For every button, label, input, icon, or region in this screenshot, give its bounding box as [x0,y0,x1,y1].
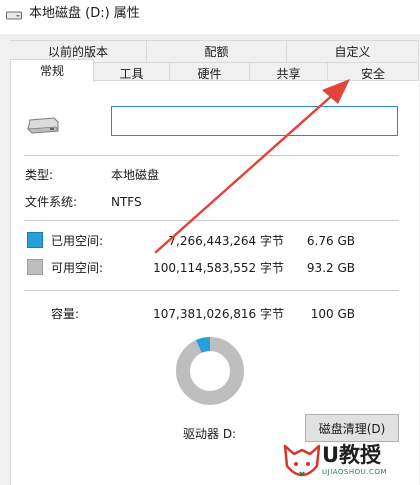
tab-quota[interactable]: 配额 [147,40,287,62]
separator [24,290,399,291]
used-space-label: 已用空间: [51,234,104,248]
watermark-logo: U教授 UJIAOSHOU.COM [282,440,418,485]
used-space-swatch [27,232,43,248]
tab-general[interactable]: 常规 [10,59,94,82]
hard-drive-icon [27,117,59,134]
type-value: 本地磁盘 [111,168,160,182]
used-space-arc [195,337,211,353]
drive-label: 驱动器 D: [183,427,237,441]
disk-cleanup-button[interactable]: 磁盘清理(D) [305,414,399,442]
title-bar: 本地磁盘 (D:) 属性 [0,0,420,34]
file-system-label: 文件系统: [25,195,78,209]
free-space-swatch [27,259,43,275]
separator [24,220,399,221]
disk-usage-donut [176,337,244,405]
volume-name-input[interactable] [111,106,398,136]
watermark-url: UJIAOSHOU.COM [322,468,387,476]
used-space-bytes: 7,266,443,264 字节 [168,234,284,248]
capacity-label: 容量: [51,307,80,321]
fox-logo-icon [283,444,321,477]
watermark-text: U教授 [322,443,382,467]
free-space-size: 93.2 GB [306,261,355,275]
free-space-bytes: 100,114,583,552 字节 [153,261,284,275]
free-space-label: 可用空间: [51,261,104,275]
file-system-value: NTFS [111,195,142,209]
separator [24,155,399,156]
capacity-size: 100 GB [310,307,355,321]
window-title: 本地磁盘 (D:) 属性 [29,6,140,21]
tab-customize[interactable]: 自定义 [287,40,419,62]
drive-icon [6,11,22,20]
used-space-size: 6.76 GB [306,234,355,248]
capacity-bytes: 107,381,026,816 字节 [153,307,284,321]
type-label: 类型: [25,168,54,182]
free-space-ring [176,337,244,405]
